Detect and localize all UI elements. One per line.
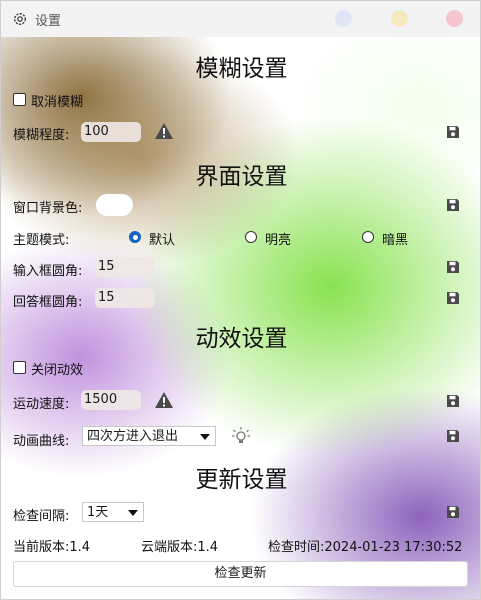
theme-radio-default[interactable] — [129, 231, 141, 243]
save-check-interval-icon[interactable] — [446, 505, 460, 519]
check-interval-label: 检查间隔: — [13, 509, 70, 524]
theme-option-light-label[interactable]: 明亮 — [265, 229, 291, 248]
save-animation-curve-icon[interactable] — [446, 429, 460, 443]
theme-option-default-label[interactable]: 默认 — [149, 229, 175, 248]
motion-speed-label: 运动速度: — [13, 397, 70, 412]
check-interval-value: 1天 — [87, 505, 109, 520]
cloud-version-text: 云端版本:1.4 — [141, 540, 219, 555]
theme-radio-dark[interactable] — [362, 231, 374, 243]
save-blur-level-icon[interactable] — [446, 125, 460, 139]
blur-level-input[interactable]: 100 — [81, 122, 141, 142]
input-radius-label: 输入框圆角: — [13, 264, 83, 279]
save-bg-color-icon[interactable] — [446, 198, 460, 212]
disable-animation-checkbox[interactable] — [13, 361, 26, 374]
gear-icon — [14, 13, 26, 25]
maximize-button[interactable] — [391, 10, 408, 27]
bg-color-swatch[interactable] — [96, 194, 133, 216]
animation-section-heading: 动效设置 — [195, 326, 288, 352]
input-radius-input[interactable]: 15 — [95, 257, 155, 277]
title-bar[interactable]: 设置 — [1, 1, 480, 37]
save-input-radius-icon[interactable] — [446, 260, 460, 274]
motion-speed-input[interactable]: 1500 — [81, 390, 141, 410]
bg-color-label: 窗口背景色: — [13, 201, 83, 216]
cancel-blur-label[interactable]: 取消模糊 — [31, 91, 83, 110]
cancel-blur-checkbox[interactable] — [13, 93, 26, 106]
theme-radio-light[interactable] — [245, 231, 257, 243]
animation-curve-value: 四次方进入退出 — [87, 429, 179, 444]
theme-mode-label: 主题模式: — [13, 233, 70, 248]
blur-section-heading: 模糊设置 — [195, 56, 288, 82]
settings-content: 模糊设置 取消模糊 模糊程度: 100 界面设置 窗口背景色: 主题模式: 默认… — [1, 37, 480, 599]
close-button[interactable] — [446, 10, 463, 27]
warning-icon — [155, 392, 173, 408]
blur-level-label: 模糊程度: — [13, 128, 70, 143]
ui-section-heading: 界面设置 — [195, 164, 288, 190]
window-title: 设置 — [35, 14, 62, 29]
check-update-button[interactable]: 检查更新 — [13, 561, 468, 587]
answer-radius-input[interactable]: 15 — [95, 288, 155, 308]
lightbulb-icon[interactable] — [231, 426, 251, 446]
update-section-heading: 更新设置 — [195, 467, 288, 493]
disable-animation-label[interactable]: 关闭动效 — [31, 359, 83, 378]
answer-radius-label: 回答框圆角: — [13, 295, 83, 310]
save-answer-radius-icon[interactable] — [446, 291, 460, 305]
settings-window: 设置 模糊设置 取消模糊 模糊程度: 100 界面设置 窗口背景色: 主题模式:… — [0, 0, 481, 600]
chevron-down-icon — [200, 434, 210, 440]
warning-icon — [155, 123, 173, 139]
chevron-down-icon — [128, 510, 138, 516]
animation-curve-label: 动画曲线: — [13, 434, 70, 449]
save-motion-speed-icon[interactable] — [446, 394, 460, 408]
theme-option-dark-label[interactable]: 暗黑 — [382, 229, 408, 248]
check-interval-select[interactable]: 1天 — [82, 502, 144, 522]
check-time-text: 检查时间:2024-01-23 17:30:52 — [268, 540, 463, 555]
minimize-button[interactable] — [335, 10, 352, 27]
current-version-text: 当前版本:1.4 — [13, 540, 91, 555]
animation-curve-select[interactable]: 四次方进入退出 — [82, 426, 216, 446]
